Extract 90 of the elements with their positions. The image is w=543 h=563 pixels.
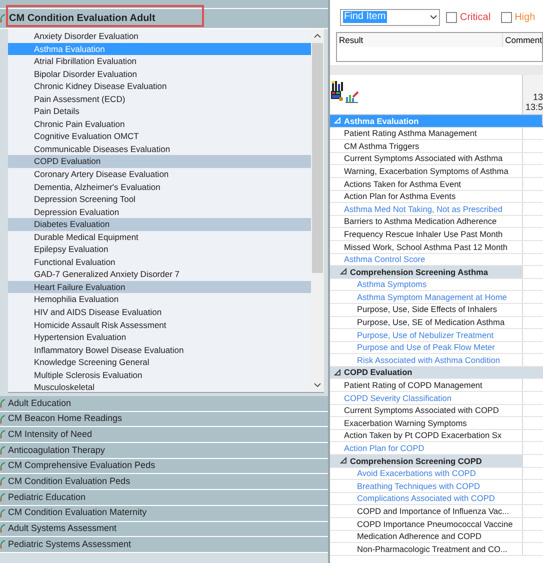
form-list-item[interactable]: Chronic Pain Evaluation <box>8 118 311 130</box>
form-list-item[interactable]: Chronic Kidney Disease Evaluation <box>8 80 311 93</box>
result-label[interactable]: Breathing Techniques with COPD <box>357 480 480 492</box>
result-label[interactable]: Purpose, Use, Side Effects of Inhalers <box>357 303 498 316</box>
result-label[interactable]: Exacerbation Warning Symptoms <box>344 416 467 430</box>
result-label[interactable]: Purpose and Use of Peak Flow Meter <box>357 341 495 354</box>
result-label[interactable]: Current Symptoms Associated with Asthma <box>344 152 503 165</box>
band-check-icon <box>0 430 6 440</box>
form-list-item[interactable]: Depression Evaluation <box>8 206 311 218</box>
form-list-item[interactable]: Epilepsy Evaluation <box>8 243 311 256</box>
result-label[interactable]: Barriers to Asthma Medication Adherence <box>344 215 497 228</box>
result-label[interactable]: Purpose, Use of Nebulizer Treatment <box>357 328 494 342</box>
form-list-item[interactable]: Dementia, Alzheimer's Evaluation <box>8 180 311 194</box>
form-list-item[interactable]: Musculoskeletal <box>8 381 311 392</box>
band-check-icon <box>0 398 6 408</box>
result-label[interactable]: COPD and Importance of Influenza Vac... <box>357 504 510 518</box>
form-list-item[interactable]: COPD Evaluation <box>8 155 311 168</box>
scroll-down-icon[interactable] <box>314 383 321 387</box>
column-header[interactable]: Result <box>337 33 504 47</box>
form-list-item[interactable]: Depression Screening Tool <box>8 193 311 206</box>
result-label[interactable]: Missed Work, School Asthma Past 12 Month <box>344 240 508 253</box>
result-label[interactable]: CM Asthma Triggers <box>344 140 420 152</box>
result-label[interactable]: Action Taken by Pt COPD Exacerbation Sx <box>344 429 502 442</box>
form-list-item[interactable]: Anxiety Disorder Evaluation <box>8 30 311 43</box>
form-list-item[interactable]: GAD-7 Generalized Anxiety Disorder 7 <box>8 268 311 281</box>
form-list-item[interactable]: Hypertension Evaluation <box>8 331 311 344</box>
collapse-icon[interactable] <box>340 268 347 276</box>
result-label[interactable]: Patient Rating of COPD Management <box>344 379 482 392</box>
band-check-icon <box>0 446 6 455</box>
form-list-item[interactable]: Homicide Assault Risk Assessment <box>8 318 311 332</box>
result-label[interactable]: Risk Associated with Asthma Condition <box>357 354 500 366</box>
result-label[interactable]: Asthma Control Score <box>344 253 426 266</box>
result-label[interactable]: Asthma Symptoms <box>357 278 427 291</box>
result-label[interactable]: Action Plan for Asthma Events <box>344 190 456 203</box>
form-list-item[interactable]: Pain Details <box>8 105 311 118</box>
result-label[interactable]: Warning, Exacerbation Symptoms of Asthma <box>344 164 508 178</box>
band-check-icon <box>0 524 6 534</box>
scroll-up-icon[interactable] <box>314 34 321 38</box>
checkbox[interactable] <box>500 12 512 22</box>
form-list-item[interactable]: Knowledge Screening General <box>8 356 311 369</box>
time-label: 13:5 <box>525 102 543 112</box>
result-label[interactable]: Non-Pharmacologic Treatment and CO... <box>357 542 508 556</box>
form-list-item[interactable]: Durable Medical Equipment <box>8 230 311 244</box>
band-check-icon <box>0 462 6 471</box>
result-label[interactable]: Medication Adherence and COPD <box>357 530 482 543</box>
band-check-icon <box>0 477 6 486</box>
collapse-icon[interactable] <box>340 457 347 464</box>
form-list-item[interactable]: Communicable Diseases Evaluation <box>8 142 311 156</box>
form-list-item[interactable]: Coronary Artery Disease Evaluation <box>8 168 311 181</box>
result-label[interactable]: Frequency Rescue Inhaler Use Past Month <box>344 228 503 240</box>
form-list-item[interactable]: Diabetes Evaluation <box>8 218 311 231</box>
form-list-item[interactable]: Functional Evaluation <box>8 256 311 268</box>
form-list-item[interactable]: Pain Assessment (ECD) <box>8 92 311 106</box>
result-label[interactable]: Action Plan for COPD <box>344 442 424 454</box>
column-header[interactable]: Comment <box>503 33 542 47</box>
scrollbar[interactable] <box>311 29 324 392</box>
chart-toolbar-icon[interactable] <box>331 81 345 91</box>
bar-chart-edit-icon[interactable] <box>345 91 359 103</box>
form-list-item[interactable]: Bipolar Disorder Evaluation <box>8 68 311 80</box>
result-label[interactable]: Purpose, Use, SE of Medication Asthma <box>357 316 505 329</box>
collapse-icon[interactable] <box>334 369 341 376</box>
filter-label: High <box>514 10 536 24</box>
band-check-icon <box>0 508 6 518</box>
result-label[interactable]: COPD Severity Classification <box>344 392 452 404</box>
result-label[interactable]: Patient Rating Asthma Management <box>344 127 477 140</box>
result-label[interactable]: Actions Taken for Asthma Event <box>344 178 461 190</box>
form-list-item[interactable]: HIV and AIDS Disease Evaluation <box>8 306 311 319</box>
result-label[interactable]: Current Symptoms Associated with COPD <box>344 404 499 417</box>
band-title[interactable]: Adult Education <box>8 396 72 410</box>
result-label[interactable]: COPD Importance Pneumococcal Vaccine <box>357 518 513 530</box>
result-label[interactable]: Complications Associated with COPD <box>357 492 495 505</box>
form-list-item[interactable]: Multiple Sclerosis Evaluation <box>8 368 311 382</box>
band-check-icon <box>0 14 6 23</box>
band-check-icon <box>0 540 6 550</box>
form-list-item[interactable]: Hemophilia Evaluation <box>8 293 311 306</box>
filter-label: Critical <box>460 10 491 24</box>
form-list-item[interactable]: Atrial Fibrillation Evaluation <box>8 55 311 68</box>
table-toolbar-icon[interactable] <box>331 91 343 101</box>
band-check-icon <box>0 414 6 424</box>
form-list-item[interactable]: Cognitive Evaluation OMCT <box>8 130 311 143</box>
find-item-value: Find Item <box>343 11 387 23</box>
result-label[interactable]: Avoid Exacerbations with COPD <box>357 467 476 480</box>
time-label: 13 <box>532 92 543 102</box>
result-label[interactable]: Asthma Med Not Taking, Not as Prescribed <box>344 202 502 216</box>
form-list-item[interactable]: Inflammatory Bowel Disease Evaluation <box>8 344 311 356</box>
form-list-item[interactable]: Heart Failure Evaluation <box>8 280 311 294</box>
checkbox[interactable] <box>446 12 457 22</box>
result-label[interactable]: Asthma Symptom Management at Home <box>357 290 507 304</box>
band-check-icon <box>0 492 6 502</box>
dropdown-caret-icon <box>430 15 437 19</box>
